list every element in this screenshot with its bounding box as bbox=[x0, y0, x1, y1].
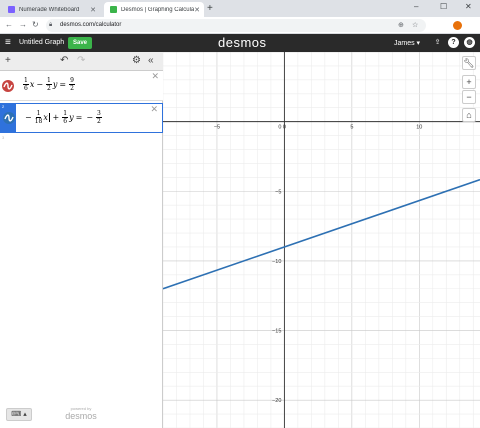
home-icon[interactable]: ⌂ bbox=[462, 108, 476, 122]
share-icon[interactable]: ⇪ bbox=[432, 37, 443, 48]
powered-by-desmos: powered by desmos bbox=[65, 406, 97, 421]
x-tick-label: −5 bbox=[214, 125, 220, 131]
zoom-in-button[interactable]: + bbox=[462, 75, 476, 89]
lock-icon: 🔒︎ bbox=[49, 22, 53, 28]
globe-icon[interactable]: ◍ bbox=[464, 37, 475, 48]
desmos-header: ≡ Untitled Graph Save desmos James ▾ ⇪ ?… bbox=[0, 34, 480, 52]
graph-title[interactable]: Untitled Graph bbox=[19, 39, 64, 46]
redo-icon[interactable]: ↷ bbox=[77, 55, 85, 67]
minimize-button[interactable]: – bbox=[414, 2, 418, 11]
numerade-favicon-icon bbox=[8, 6, 15, 13]
close-window-button[interactable]: ✕ bbox=[465, 2, 472, 11]
extensions-icon[interactable]: ⊕ bbox=[398, 19, 404, 32]
expression-2-color-tab[interactable]: 2 bbox=[1, 104, 16, 132]
line-color-icon[interactable] bbox=[2, 112, 15, 124]
fraction: 1 18 bbox=[34, 110, 43, 125]
url-text: desmos.com/calculator bbox=[60, 22, 122, 28]
expression-index: 2 bbox=[2, 104, 5, 109]
empty-expression-index[interactable]: 3 bbox=[2, 135, 4, 140]
user-menu[interactable]: James ▾ bbox=[394, 39, 420, 47]
add-item-button[interactable]: + bbox=[5, 55, 11, 67]
delete-expression-icon[interactable]: ✕ bbox=[151, 71, 159, 82]
x-tick-label: 5 bbox=[350, 125, 353, 131]
tab-title: Numerade Whiteboard bbox=[19, 6, 80, 13]
expression-row-1[interactable]: 16 x − 12 y = 92 ✕ bbox=[0, 71, 163, 101]
fraction: 92 bbox=[69, 77, 75, 92]
graph-settings-wrench-icon[interactable]: 🔧︎ bbox=[462, 56, 476, 70]
plotted-line bbox=[163, 178, 480, 290]
hamburger-menu-icon[interactable]: ≡ bbox=[5, 37, 11, 48]
expression-2-math[interactable]: − 1 18 x + 16 y = − 32 bbox=[23, 110, 103, 125]
url-bar[interactable]: 🔒︎ desmos.com/calculator ⊕ ☆ bbox=[46, 19, 426, 32]
browser-tab-numerade[interactable]: Numerade Whiteboard ✕ bbox=[2, 2, 100, 17]
expression-row-2[interactable]: 2 − 1 18 x + 16 y = − 32 ✕ bbox=[0, 103, 163, 133]
back-icon[interactable]: ← bbox=[5, 20, 13, 30]
graph-svg[interactable]: −5 0 5 10 0 −5 −10 −15 −20 bbox=[163, 52, 480, 428]
y-tick-label: −15 bbox=[272, 329, 281, 335]
origin-label: 0 bbox=[278, 125, 281, 131]
tab-title: Desmos | Graphing Calculator bbox=[121, 6, 195, 13]
y-tick-label: −10 bbox=[272, 259, 281, 265]
text-cursor bbox=[48, 113, 50, 122]
zoom-out-button[interactable]: − bbox=[462, 90, 476, 104]
collapse-panel-icon[interactable]: « bbox=[148, 55, 154, 67]
x-tick-label: 0 bbox=[283, 125, 286, 131]
x-tick-label: 10 bbox=[416, 125, 422, 131]
expression-panel: + ↶ ↷ ⚙ « 16 x − 12 y = 92 ✕ 2 − 1 18 x … bbox=[0, 52, 163, 428]
expression-1-color-tab[interactable] bbox=[0, 71, 15, 100]
line-color-icon[interactable] bbox=[1, 79, 14, 92]
fraction: 16 bbox=[23, 77, 29, 92]
undo-icon[interactable]: ↶ bbox=[60, 55, 68, 67]
screen: Numerade Whiteboard ✕ Desmos | Graphing … bbox=[0, 0, 480, 428]
fraction: 16 bbox=[62, 110, 69, 125]
expression-1-math[interactable]: 16 x − 12 y = 92 bbox=[22, 77, 76, 92]
expression-toolbar: + ↶ ↷ ⚙ « bbox=[0, 52, 163, 71]
desmos-logo: desmos bbox=[218, 35, 267, 50]
new-tab-button[interactable]: + bbox=[207, 3, 213, 14]
delete-expression-icon[interactable]: ✕ bbox=[150, 104, 158, 115]
maximize-button[interactable]: ☐ bbox=[440, 2, 447, 11]
fraction: 12 bbox=[46, 77, 52, 92]
browser-tab-desmos[interactable]: Desmos | Graphing Calculator ✕ bbox=[104, 2, 204, 17]
help-icon[interactable]: ? bbox=[448, 37, 459, 48]
save-button[interactable]: Save bbox=[68, 37, 92, 49]
y-tick-label: −5 bbox=[275, 189, 281, 195]
forward-icon[interactable]: → bbox=[19, 20, 27, 30]
y-tick-label: −20 bbox=[272, 398, 281, 404]
fraction: 32 bbox=[96, 110, 102, 125]
settings-gear-icon[interactable]: ⚙ bbox=[132, 55, 141, 67]
desmos-favicon-icon bbox=[110, 6, 117, 13]
close-tab-icon[interactable]: ✕ bbox=[90, 6, 96, 14]
address-bar-row: ← → ↻ 🔒︎ desmos.com/calculator ⊕ ☆ ⋮ bbox=[0, 17, 480, 45]
browser-tab-strip: Numerade Whiteboard ✕ Desmos | Graphing … bbox=[0, 0, 480, 17]
close-tab-icon[interactable]: ✕ bbox=[194, 6, 200, 14]
reload-icon[interactable]: ↻ bbox=[32, 20, 39, 30]
graph-paper[interactable]: −5 0 5 10 0 −5 −10 −15 −20 🔧︎ + − ⌂ bbox=[163, 52, 480, 428]
bookmark-star-icon[interactable]: ☆ bbox=[412, 19, 418, 32]
profile-avatar[interactable] bbox=[453, 21, 462, 30]
keyboard-toggle-button[interactable]: ⌨ ▴ bbox=[6, 408, 32, 421]
